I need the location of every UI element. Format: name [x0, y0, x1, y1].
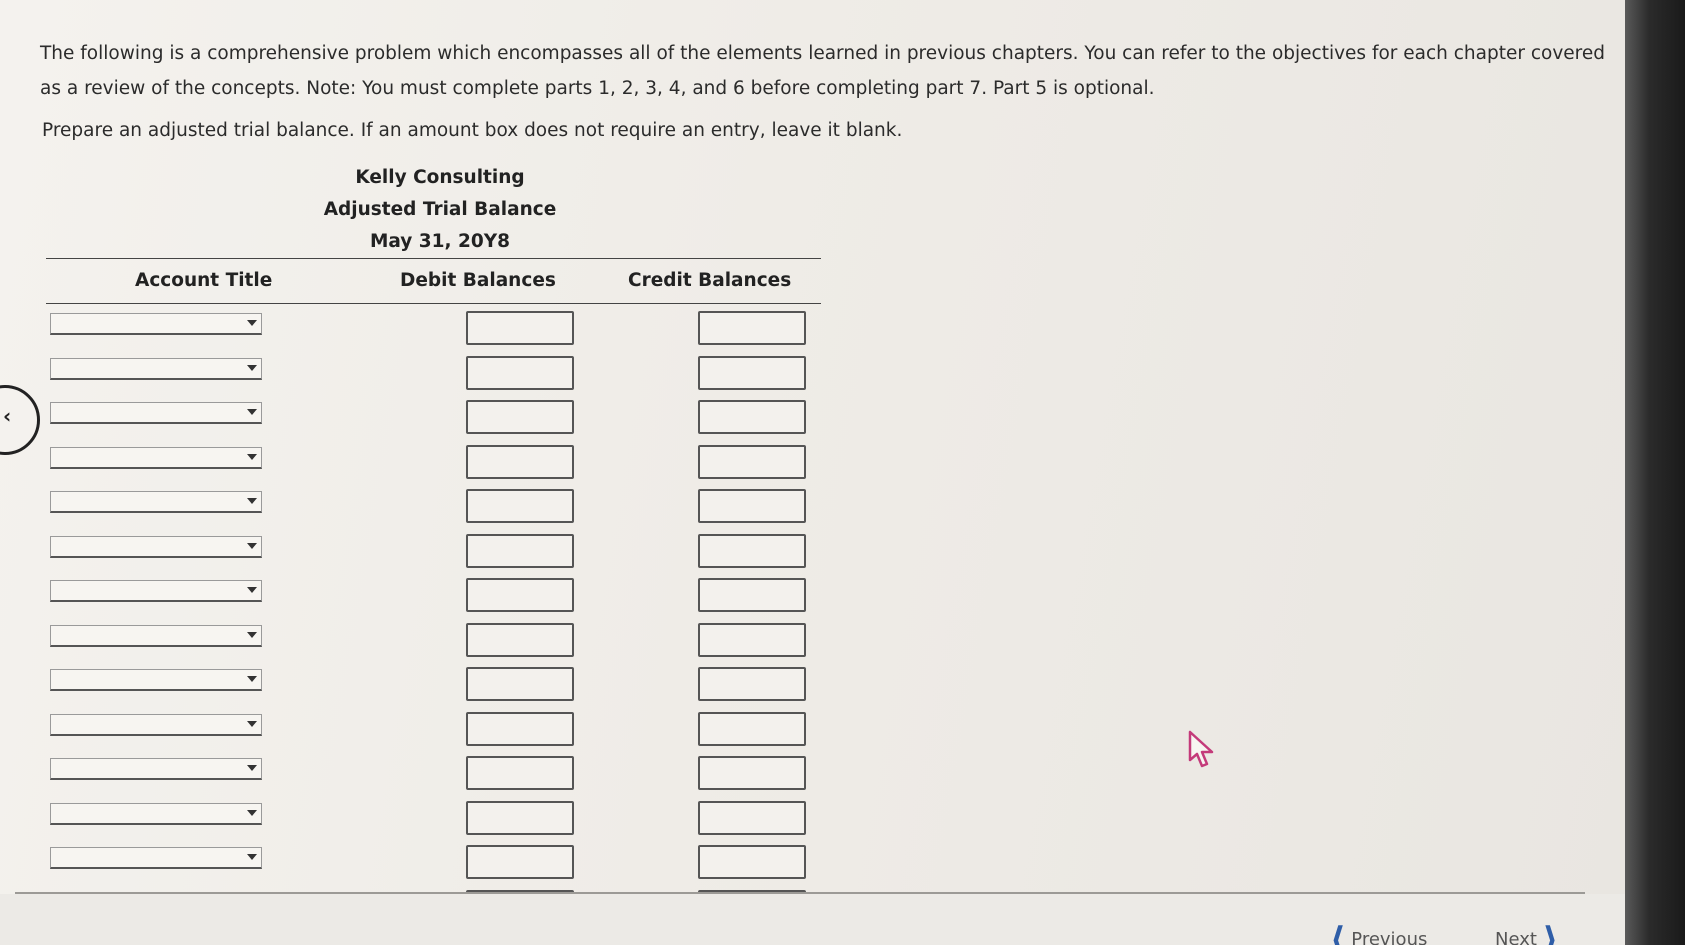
mouse-cursor-icon: [1188, 730, 1214, 768]
dropdown-caret-icon: [247, 854, 257, 860]
dropdown-caret-icon: [247, 676, 257, 682]
table-row: [0, 400, 900, 444]
account-title-select[interactable]: [50, 580, 262, 602]
account-title-select[interactable]: [50, 847, 262, 869]
account-title-select[interactable]: [50, 624, 262, 647]
debit-amount-input[interactable]: [466, 311, 574, 345]
account-title-select[interactable]: [50, 491, 262, 513]
monitor-bezel: [1625, 0, 1685, 945]
account-title-select[interactable]: [50, 758, 262, 780]
credit-amount-input[interactable]: [698, 400, 806, 434]
credit-amount-input[interactable]: [698, 711, 806, 746]
table-row: [0, 667, 900, 711]
credit-amount-input[interactable]: [698, 622, 806, 657]
debit-amount-input[interactable]: [466, 355, 574, 390]
table-row: [0, 533, 900, 578]
debit-amount-input[interactable]: [466, 400, 574, 434]
dropdown-caret-icon: [247, 765, 257, 771]
credit-amount-input[interactable]: [698, 311, 806, 345]
account-title-select[interactable]: [50, 713, 262, 736]
dropdown-caret-icon: [247, 498, 257, 504]
table-row: [0, 578, 900, 622]
dropdown-caret-icon: [247, 631, 257, 638]
debit-amount-input[interactable]: [466, 667, 574, 701]
credit-amount-input[interactable]: [698, 845, 806, 879]
next-label: Next: [1495, 929, 1537, 945]
header-bottom-rule: [46, 303, 821, 304]
dropdown-caret-icon: [247, 542, 257, 549]
dropdown-caret-icon: [247, 320, 257, 326]
company-name: Kelly Consulting: [355, 167, 525, 188]
dropdown-caret-icon: [247, 364, 257, 371]
header-top-rule: [46, 258, 821, 259]
table-row: [0, 622, 900, 667]
next-button[interactable]: Next ⟩: [1495, 920, 1558, 945]
dropdown-caret-icon: [247, 809, 257, 816]
intro-text: The following is a comprehensive problem…: [40, 43, 1606, 99]
dropdown-caret-icon: [247, 453, 257, 460]
credit-amount-input[interactable]: [698, 489, 806, 523]
col-header-debit: Debit Balances: [400, 270, 556, 291]
col-header-account: Account Title: [135, 270, 273, 291]
table-row: [0, 311, 900, 355]
table-row: [0, 756, 900, 800]
table-row: [0, 800, 900, 845]
instruction-text: Prepare an adjusted trial balance. If an…: [42, 120, 903, 141]
screen: The following is a comprehensive problem…: [0, 0, 1625, 945]
chevron-left-icon: ⟨: [1330, 920, 1346, 945]
table-row: [0, 711, 900, 756]
previous-button[interactable]: ⟨ Previous: [1330, 920, 1427, 945]
dropdown-caret-icon: [247, 409, 257, 415]
credit-amount-input[interactable]: [698, 756, 806, 790]
table-row: [0, 489, 900, 533]
debit-amount-input[interactable]: [466, 622, 574, 657]
account-title-select[interactable]: [50, 402, 262, 424]
chevron-left-icon: ‹: [3, 404, 12, 428]
credit-amount-input[interactable]: [698, 578, 806, 612]
debit-amount-input[interactable]: [466, 444, 574, 479]
debit-amount-input[interactable]: [466, 711, 574, 746]
account-title-select[interactable]: [50, 535, 262, 558]
statement-title: Adjusted Trial Balance: [323, 199, 557, 220]
chevron-right-icon: ⟩: [1542, 920, 1559, 945]
statement-date: May 31, 20Y8: [369, 231, 511, 252]
account-title-select[interactable]: [50, 802, 262, 825]
dropdown-caret-icon: [247, 720, 257, 727]
previous-label: Previous: [1351, 929, 1428, 945]
dropdown-caret-icon: [247, 587, 257, 593]
credit-amount-input[interactable]: [698, 667, 806, 701]
debit-amount-input[interactable]: [466, 489, 574, 523]
account-title-select[interactable]: [50, 446, 262, 469]
debit-amount-input[interactable]: [466, 578, 574, 612]
credit-amount-input[interactable]: [698, 533, 806, 568]
table-row: [0, 845, 900, 889]
table-row: [0, 444, 900, 489]
debit-amount-input[interactable]: [466, 756, 574, 790]
account-title-select[interactable]: [50, 669, 262, 691]
debit-amount-input[interactable]: [466, 800, 574, 835]
account-title-select[interactable]: [50, 313, 262, 335]
account-title-select[interactable]: [50, 357, 262, 380]
col-header-credit: Credit Balances: [628, 270, 792, 291]
credit-amount-input[interactable]: [698, 800, 806, 835]
table-row: [0, 355, 900, 400]
credit-amount-input[interactable]: [698, 444, 806, 479]
credit-amount-input[interactable]: [698, 355, 806, 390]
debit-amount-input[interactable]: [466, 533, 574, 568]
debit-amount-input[interactable]: [466, 845, 574, 879]
